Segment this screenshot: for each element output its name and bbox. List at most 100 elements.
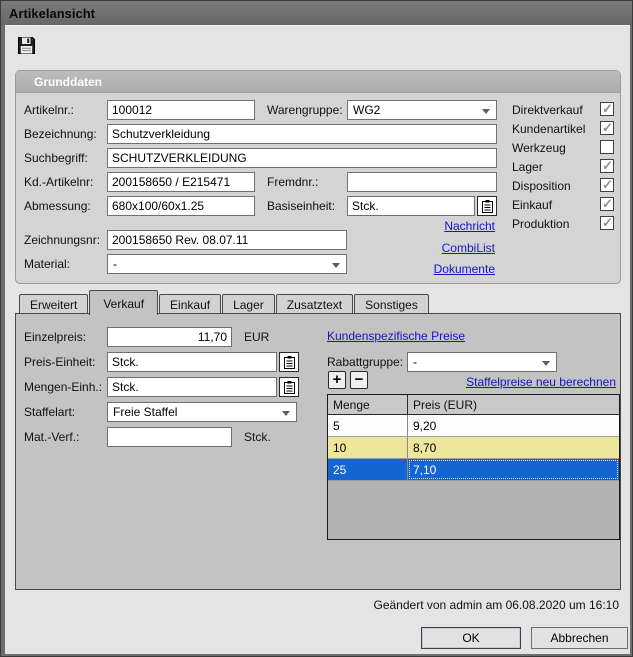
tab-lager[interactable]: Lager [222, 294, 275, 314]
article-view-dialog: Artikelansicht Grunddaten Artikelnr.: 10… [0, 0, 633, 657]
preis-einheit-picker-button[interactable] [279, 352, 299, 372]
suchbegriff-label: Suchbegriff: [24, 151, 88, 165]
table-header: Menge Preis (EUR) [328, 395, 619, 415]
table-row[interactable]: 5 9,20 [328, 415, 619, 437]
window-title: Artikelansicht [9, 5, 95, 21]
kundenspezifische-preise-link[interactable]: Kundenspezifische Preise [327, 329, 465, 343]
last-modified-status: Geändert von admin am 06.08.2020 um 16:1… [373, 598, 620, 612]
tab-strip: Erweitert Verkauf Einkauf Lager Zusatzte… [15, 290, 430, 315]
chevron-down-icon [282, 411, 290, 416]
staffelpreise-neu-berechnen-link[interactable]: Staffelpreise neu berechnen [466, 375, 616, 389]
warengruppe-label: Warengruppe: [267, 103, 343, 117]
dokumente-link[interactable]: Dokumente [434, 262, 495, 276]
basiseinheit-picker-button[interactable] [477, 196, 497, 216]
cancel-button[interactable]: Abbrechen [531, 627, 628, 649]
menge-cell[interactable]: 5 [328, 415, 408, 436]
disposition-label: Disposition [512, 179, 571, 193]
tab-sonstiges[interactable]: Sonstiges [354, 294, 429, 314]
kundenartikel-checkbox[interactable] [600, 120, 614, 136]
rabattgruppe-label: Rabattgruppe: [327, 355, 404, 369]
zeichnungsnr-label: Zeichnungsnr: [24, 233, 101, 247]
chevron-down-icon [482, 109, 490, 114]
table-row[interactable]: 10 8,70 [328, 437, 619, 459]
warengruppe-value: WG2 [353, 103, 381, 117]
werkzeug-checkbox[interactable] [600, 140, 614, 154]
nachricht-link[interactable]: Nachricht [444, 219, 495, 233]
add-staffel-button[interactable]: + [328, 371, 346, 389]
mat-verf-label: Mat.-Verf.: [24, 430, 80, 444]
direktverkauf-label: Direktverkauf [512, 103, 583, 117]
grunddaten-title: Grunddaten [34, 74, 102, 89]
rabattgruppe-value: - [413, 355, 417, 369]
fremdnr-input[interactable] [347, 172, 497, 192]
material-select[interactable]: - [107, 254, 347, 274]
staffelart-label: Staffelart: [24, 405, 76, 419]
preis-cell[interactable]: 8,70 [408, 437, 619, 458]
mat-verf-unit: Stck. [244, 430, 271, 444]
lager-checkbox[interactable] [600, 158, 614, 174]
bezeichnung-input[interactable] [107, 124, 497, 144]
preis-cell[interactable]: 9,20 [408, 415, 619, 436]
disposition-checkbox[interactable] [600, 177, 614, 193]
rabattgruppe-select[interactable]: - [407, 352, 557, 372]
clipboard-icon [283, 355, 295, 369]
mengen-einheit-input[interactable] [107, 377, 277, 397]
einzelpreis-unit: EUR [244, 330, 270, 344]
fremdnr-label: Fremdnr.: [267, 175, 319, 189]
tab-erweitert[interactable]: Erweitert [19, 294, 89, 314]
column-header-preis[interactable]: Preis (EUR) [408, 395, 619, 414]
artikelnr-input[interactable] [107, 100, 255, 120]
chevron-down-icon [332, 263, 340, 268]
mat-verf-input[interactable] [107, 427, 232, 447]
tab-verkauf[interactable]: Verkauf [89, 290, 159, 315]
material-value: - [113, 257, 117, 271]
einkauf-label: Einkauf [512, 198, 553, 212]
staffelart-value: Freie Staffel [113, 405, 178, 419]
produktion-label: Produktion [512, 217, 570, 231]
kd-artikelnr-label: Kd.-Artikelnr: [24, 175, 94, 189]
ok-button[interactable]: OK [421, 627, 521, 649]
title-bar: Artikelansicht [1, 1, 632, 25]
menge-cell[interactable]: 10 [328, 437, 408, 458]
abmessung-input[interactable] [107, 196, 255, 216]
basiseinheit-input[interactable] [347, 196, 475, 216]
verkauf-tab-page: Einzelpreis: EUR Preis-Einheit: Mengen-E… [15, 313, 621, 590]
column-header-menge[interactable]: Menge [328, 395, 408, 414]
basiseinheit-label: Basiseinheit: [267, 199, 336, 213]
bezeichnung-label: Bezeichnung: [24, 127, 97, 141]
suchbegriff-input[interactable] [107, 148, 497, 168]
staffelart-select[interactable]: Freie Staffel [107, 402, 297, 422]
material-label: Material: [24, 257, 71, 271]
save-button[interactable] [13, 36, 39, 60]
preis-cell[interactable]: 7,10 [408, 459, 619, 480]
mengen-einheit-label: Mengen-Einh.: [24, 380, 103, 394]
menge-cell[interactable]: 25 [328, 459, 408, 480]
produktion-checkbox[interactable] [600, 215, 614, 231]
remove-staffel-button[interactable]: − [350, 371, 368, 389]
combilist-link[interactable]: CombiList [442, 241, 495, 255]
clipboard-icon [481, 199, 493, 213]
einzelpreis-input[interactable] [107, 327, 232, 347]
einzelpreis-label: Einzelpreis: [24, 330, 87, 344]
table-row-selected[interactable]: 25 7,10 [328, 459, 619, 481]
chevron-down-icon [542, 361, 550, 366]
artikelnr-label: Artikelnr.: [24, 103, 75, 117]
floppy-disk-icon [17, 36, 36, 60]
preis-einheit-input[interactable] [107, 352, 277, 372]
kd-artikelnr-input[interactable] [107, 172, 255, 192]
lager-label: Lager [512, 160, 543, 174]
dialog-content: Grunddaten Artikelnr.: Warengruppe: WG2 … [5, 25, 630, 654]
warengruppe-select[interactable]: WG2 [347, 100, 497, 120]
werkzeug-label: Werkzeug [512, 141, 566, 155]
clipboard-icon [283, 380, 295, 394]
tab-einkauf[interactable]: Einkauf [159, 294, 222, 314]
mengen-einheit-picker-button[interactable] [279, 377, 299, 397]
einkauf-checkbox[interactable] [600, 196, 614, 212]
preis-einheit-label: Preis-Einheit: [24, 355, 96, 369]
grunddaten-header: Grunddaten [16, 71, 620, 93]
direktverkauf-checkbox[interactable] [600, 101, 614, 117]
grunddaten-groupbox: Grunddaten Artikelnr.: Warengruppe: WG2 … [15, 70, 621, 284]
tab-zusatztext[interactable]: Zusatztext [275, 294, 354, 314]
zeichnungsnr-input[interactable] [107, 230, 347, 250]
staffelpreise-table: Menge Preis (EUR) 5 9,20 10 8,70 25 7,10 [327, 394, 620, 540]
